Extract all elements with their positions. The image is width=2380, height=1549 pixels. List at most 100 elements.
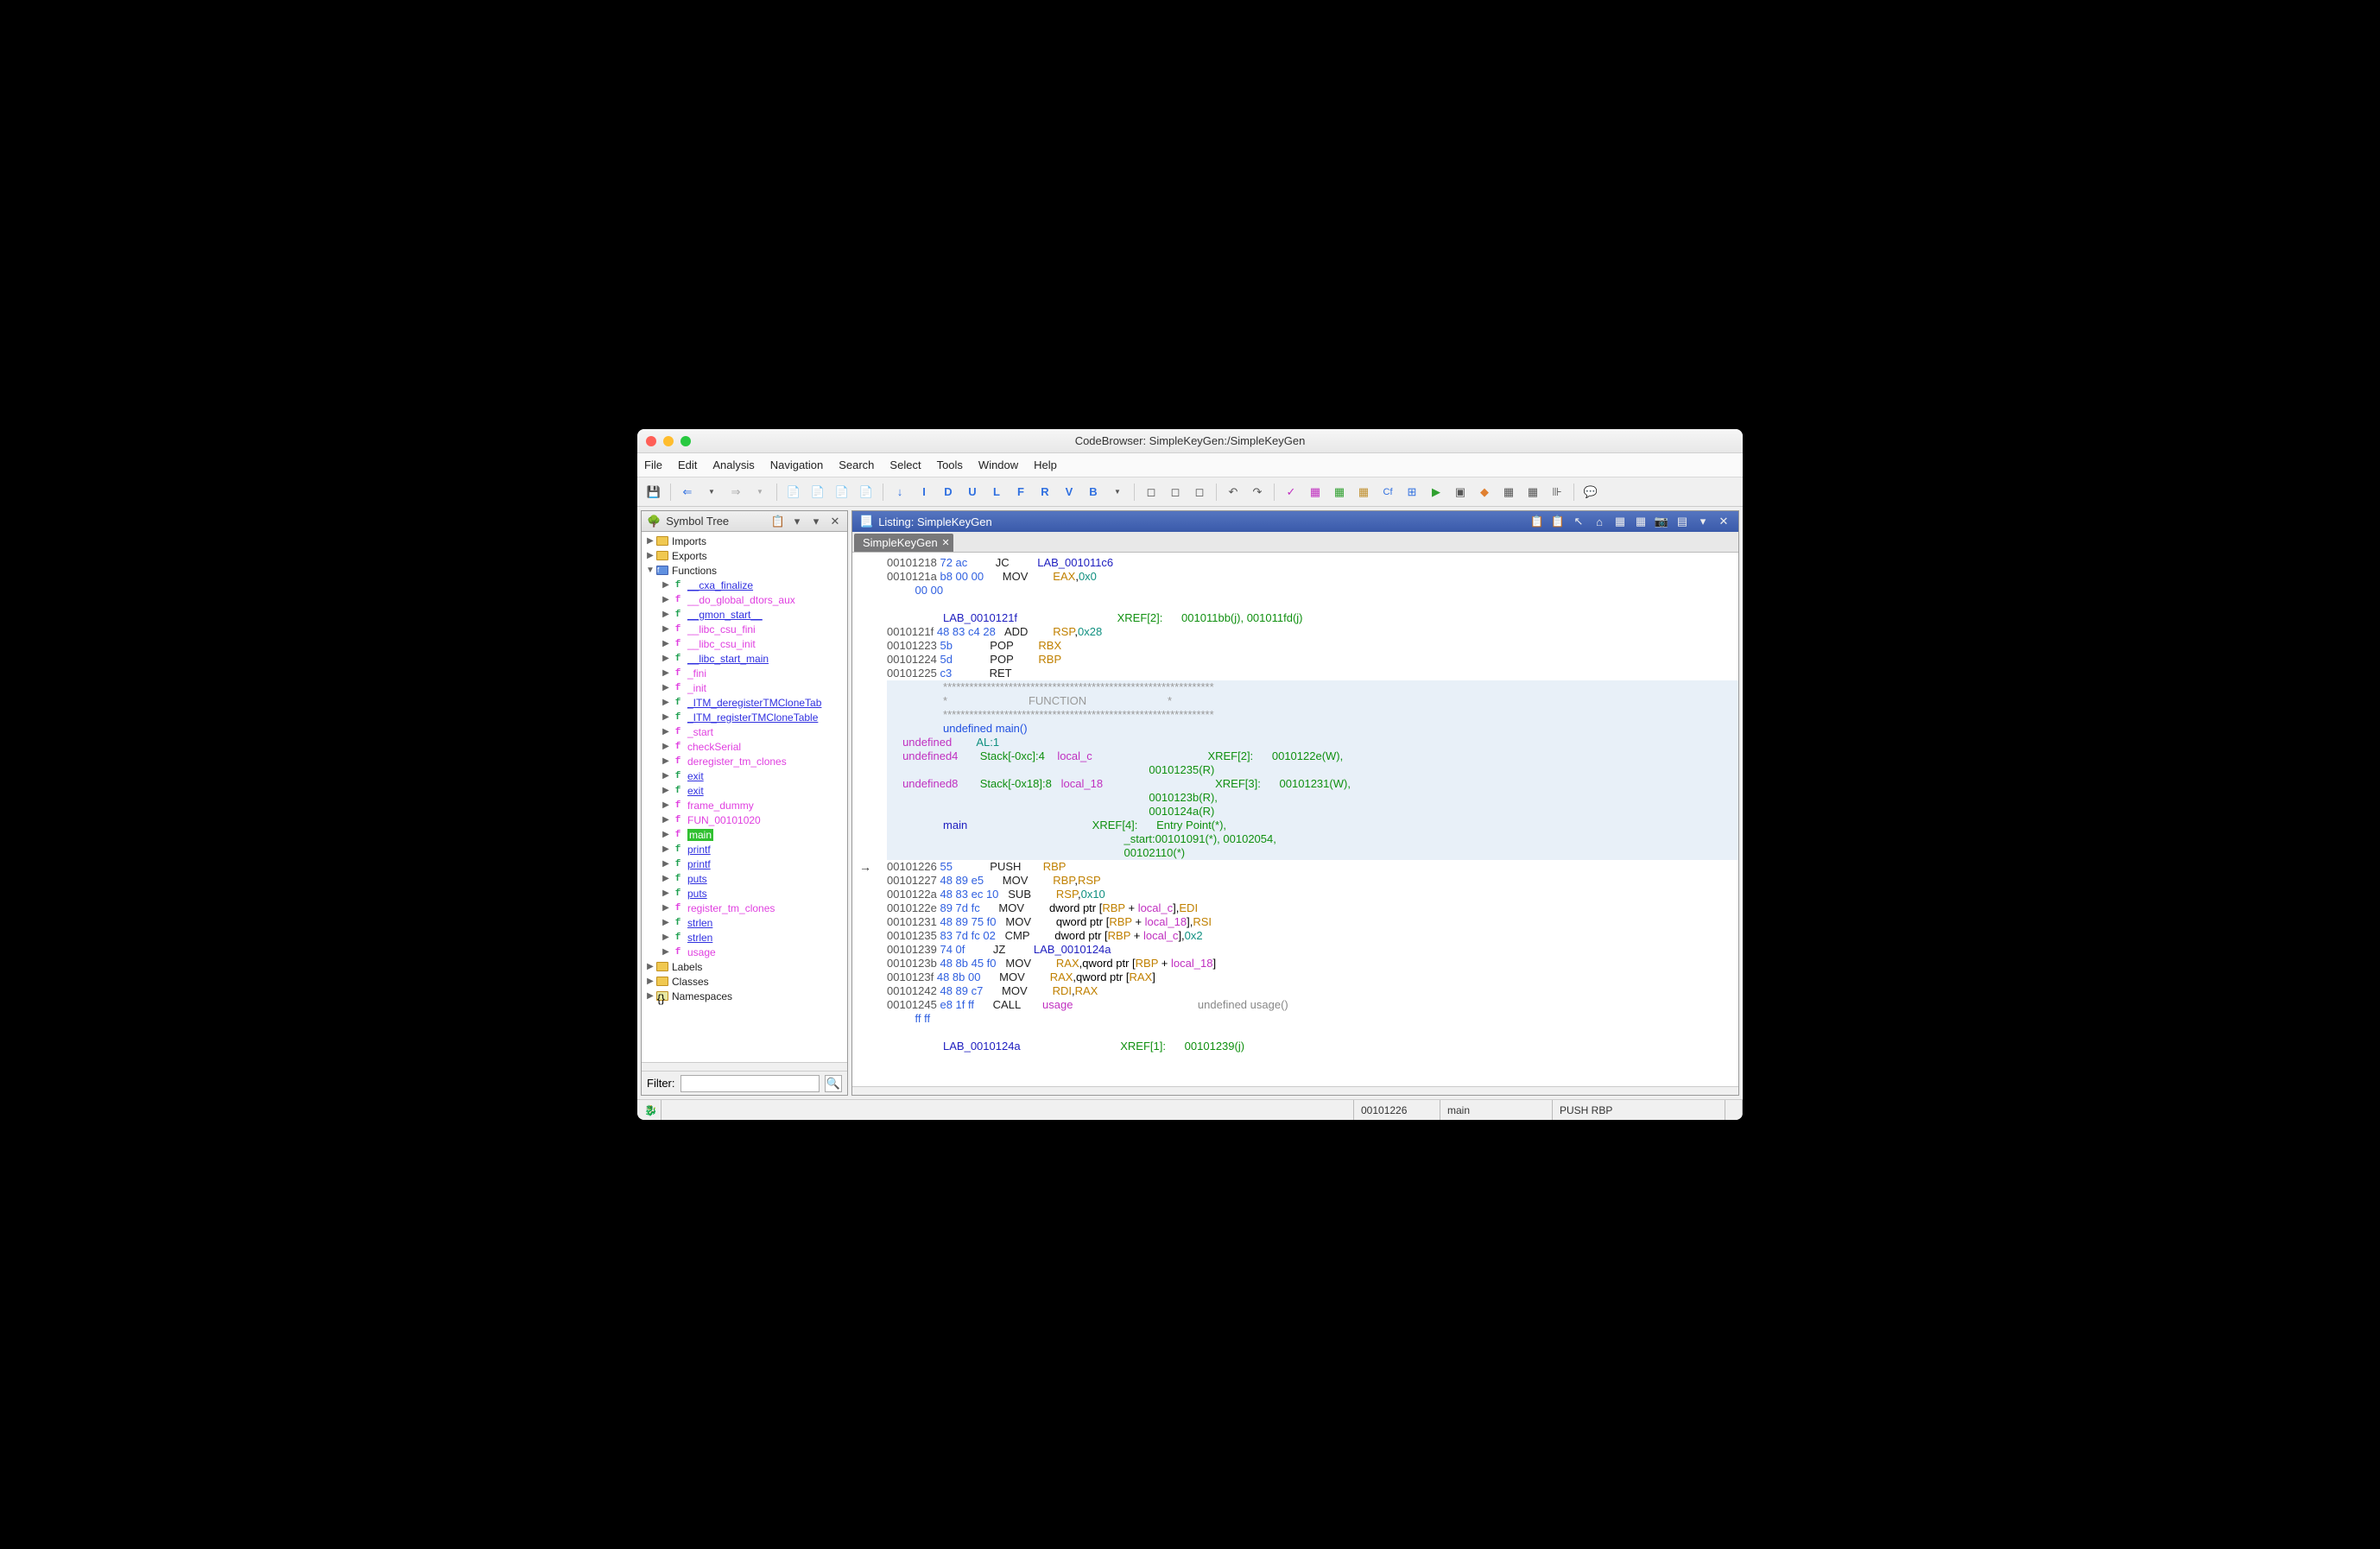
tree-twisty-icon[interactable]: ▶ bbox=[661, 844, 671, 854]
listing-diff-icon[interactable]: ▦ bbox=[1633, 514, 1649, 529]
back-dropdown-icon[interactable]: ▼ bbox=[702, 483, 721, 502]
tree-node[interactable]: ▶fprintf bbox=[642, 842, 847, 857]
tree-twisty-icon[interactable]: ▶ bbox=[661, 903, 671, 913]
listing-row[interactable]: 00101225 c3 RET bbox=[887, 667, 1738, 680]
dropdown-icon[interactable]: ▼ bbox=[1108, 483, 1127, 502]
chip-icon[interactable]: ▣ bbox=[1451, 483, 1470, 502]
doc3-icon[interactable]: 📄 bbox=[832, 483, 851, 502]
tree-node[interactable]: ▶fcheckSerial bbox=[642, 739, 847, 754]
listing-row[interactable]: 00101231 48 89 75 f0 MOV qword ptr [RBP … bbox=[887, 915, 1738, 929]
menu-help[interactable]: Help bbox=[1034, 458, 1057, 471]
tree-node[interactable]: ▶fprintf bbox=[642, 857, 847, 871]
tree-twisty-icon[interactable]: ▶ bbox=[661, 918, 671, 927]
listing-row[interactable]: 00 00 bbox=[887, 584, 1738, 597]
diamond-icon[interactable]: ◆ bbox=[1475, 483, 1494, 502]
box3-icon[interactable]: ▦ bbox=[1354, 483, 1373, 502]
tab-close-icon[interactable]: ✕ bbox=[942, 537, 950, 548]
menu-window[interactable]: Window bbox=[978, 458, 1018, 471]
letter-v-icon[interactable]: V bbox=[1060, 483, 1079, 502]
tree-twisty-icon[interactable]: ▶ bbox=[661, 624, 671, 634]
letter-u-icon[interactable]: U bbox=[963, 483, 982, 502]
listing-row[interactable]: 0010121f 48 83 c4 28 ADD RSP,0x28 bbox=[887, 625, 1738, 639]
play-icon[interactable]: ▶ bbox=[1427, 483, 1446, 502]
tree-twisty-icon[interactable]: ▶ bbox=[661, 727, 671, 737]
close-button[interactable] bbox=[646, 436, 656, 446]
tree-twisty-icon[interactable]: ▶ bbox=[661, 595, 671, 604]
letter-f-icon[interactable]: F bbox=[1011, 483, 1030, 502]
listing-row[interactable]: 00101223 5b POP RBX bbox=[887, 639, 1738, 653]
listing-close-icon[interactable]: ✕ bbox=[1716, 514, 1731, 529]
tree-twisty-icon[interactable]: ▶ bbox=[661, 698, 671, 707]
tree-node[interactable]: ▶fexit bbox=[642, 783, 847, 798]
listing-row[interactable]: 00101239 74 0f JZ LAB_0010124a bbox=[887, 943, 1738, 957]
menu-select[interactable]: Select bbox=[889, 458, 921, 471]
menu-file[interactable]: File bbox=[644, 458, 662, 471]
letter-b-icon[interactable]: B bbox=[1084, 483, 1103, 502]
tree-node[interactable]: ▶f_ITM_registerTMCloneTable bbox=[642, 710, 847, 724]
listing-cursor-icon[interactable]: ↖ bbox=[1571, 514, 1586, 529]
check-icon[interactable]: ✓ bbox=[1282, 483, 1301, 502]
tree-node[interactable]: ▶f_ITM_deregisterTMCloneTab bbox=[642, 695, 847, 710]
tree-node[interactable]: ▶f__cxa_finalize bbox=[642, 578, 847, 592]
listing-row[interactable]: 0010123b 48 8b 45 f0 MOV RAX,qword ptr [… bbox=[887, 957, 1738, 970]
forward-icon[interactable]: ⇒ bbox=[726, 483, 745, 502]
cf-icon[interactable]: Cf bbox=[1378, 483, 1397, 502]
listing-view[interactable]: 00101218 72 ac JC LAB_001011c60010121a b… bbox=[852, 553, 1738, 1086]
letter-d-icon[interactable]: D bbox=[939, 483, 958, 502]
tree-node[interactable]: ▶fusage bbox=[642, 945, 847, 959]
listing-row[interactable]: ****************************************… bbox=[887, 708, 1738, 722]
doc-icon[interactable]: 📄 bbox=[784, 483, 803, 502]
filter-input[interactable] bbox=[680, 1075, 820, 1092]
listing-row[interactable]: ff ff bbox=[887, 1012, 1738, 1026]
doc2-icon[interactable]: 📄 bbox=[808, 483, 827, 502]
panel-action2-icon[interactable]: ▾ bbox=[790, 515, 804, 528]
listing-row[interactable] bbox=[887, 1026, 1738, 1040]
listing-row[interactable]: LAB_0010121f XREF[2]: 001011bb(j), 00101… bbox=[887, 611, 1738, 625]
tree-node[interactable]: ▶Exports bbox=[642, 548, 847, 563]
down-arrow-icon[interactable]: ↓ bbox=[890, 483, 909, 502]
listing-row[interactable]: 00101245 e8 1f ff CALL usage undefined u… bbox=[887, 998, 1738, 1012]
tree-twisty-icon[interactable]: ▶ bbox=[661, 771, 671, 781]
menu-edit[interactable]: Edit bbox=[678, 458, 697, 471]
listing-paste-icon[interactable]: 📋 bbox=[1550, 514, 1566, 529]
tree-node[interactable]: ▶fstrlen bbox=[642, 915, 847, 930]
listing-row[interactable] bbox=[887, 597, 1738, 611]
cube-icon[interactable]: ◻ bbox=[1142, 483, 1161, 502]
tree-node[interactable]: ▶{}Namespaces bbox=[642, 989, 847, 1003]
letter-l-icon[interactable]: L bbox=[987, 483, 1006, 502]
tree-twisty-icon[interactable]: ▶ bbox=[661, 874, 671, 883]
tree-twisty-icon[interactable]: ▶ bbox=[661, 888, 671, 898]
listing-row[interactable]: ****************************************… bbox=[887, 680, 1738, 694]
listing-snapshot-icon[interactable]: 📷 bbox=[1654, 514, 1669, 529]
graph-icon[interactable]: ⊞ bbox=[1402, 483, 1421, 502]
tree-twisty-icon[interactable]: ▶ bbox=[661, 933, 671, 942]
bars-icon[interactable]: ⊪ bbox=[1548, 483, 1567, 502]
tree-node[interactable]: ▶fexit bbox=[642, 768, 847, 783]
tree-scrollbar[interactable] bbox=[642, 1062, 847, 1071]
save-icon[interactable]: 💾 bbox=[644, 483, 663, 502]
filter-options-icon[interactable]: 🔍 bbox=[825, 1075, 842, 1092]
tree-twisty-icon[interactable]: ▶ bbox=[661, 815, 671, 825]
tree-twisty-icon[interactable]: ▶ bbox=[661, 800, 671, 810]
tree-node[interactable]: ▶fderegister_tm_clones bbox=[642, 754, 847, 768]
tree-twisty-icon[interactable]: ▶ bbox=[661, 610, 671, 619]
cube3-icon[interactable]: ◻ bbox=[1190, 483, 1209, 502]
listing-home-icon[interactable]: ⌂ bbox=[1592, 514, 1607, 529]
tree-twisty-icon[interactable]: ▶ bbox=[661, 947, 671, 957]
tree-twisty-icon[interactable]: ▶ bbox=[645, 962, 655, 971]
tree-node[interactable]: ▶f__gmon_start__ bbox=[642, 607, 847, 622]
tree-node[interactable]: ▶f__do_global_dtors_aux bbox=[642, 592, 847, 607]
tree-node[interactable]: ▶f_start bbox=[642, 724, 847, 739]
tree-node[interactable]: ▶fFUN_00101020 bbox=[642, 812, 847, 827]
tree-twisty-icon[interactable]: ▶ bbox=[645, 536, 655, 546]
tree-node[interactable]: ▶fputs bbox=[642, 871, 847, 886]
listing-scrollbar[interactable] bbox=[852, 1086, 1738, 1095]
listing-row[interactable]: 0010121a b8 00 00 MOV EAX,0x0 bbox=[887, 570, 1738, 584]
menu-navigation[interactable]: Navigation bbox=[770, 458, 823, 471]
listing-row[interactable]: 0010122a 48 83 ec 10 SUB RSP,0x10 bbox=[887, 888, 1738, 901]
listing-row[interactable]: LAB_0010124a XREF[1]: 00101239(j) bbox=[887, 1040, 1738, 1053]
tree-node[interactable]: ▶fstrlen bbox=[642, 930, 847, 945]
cube2-icon[interactable]: ◻ bbox=[1166, 483, 1185, 502]
tree-node[interactable]: ▶Labels bbox=[642, 959, 847, 974]
doc4-icon[interactable]: 📄 bbox=[857, 483, 876, 502]
